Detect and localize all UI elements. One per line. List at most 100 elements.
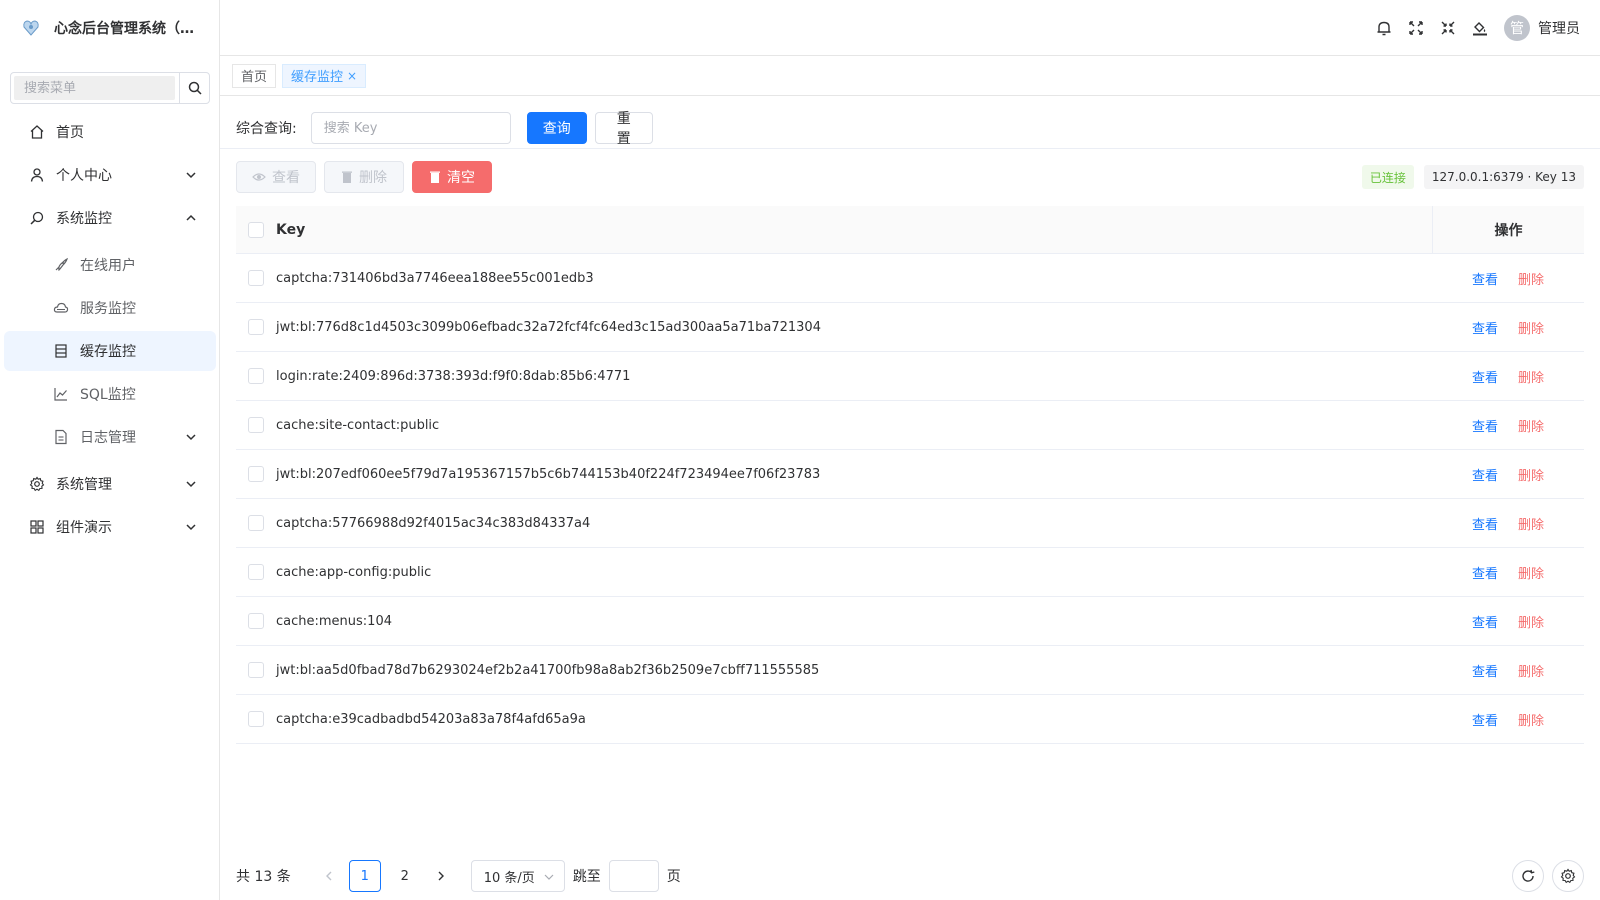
column-header-actions: 操作 <box>1432 206 1584 253</box>
user-name[interactable]: 管理员 <box>1538 18 1580 38</box>
sidebar-item-profile[interactable]: 个人中心 <box>4 155 216 195</box>
row-view-link[interactable]: 查看 <box>1472 563 1498 582</box>
cache-key-cell: cache:app-config:public <box>276 564 432 580</box>
delete-button[interactable]: 删除 <box>324 161 404 193</box>
fullscreen-icon[interactable] <box>1406 18 1426 38</box>
tab-home[interactable]: 首页 <box>232 63 277 88</box>
row-view-link[interactable]: 查看 <box>1472 318 1498 337</box>
app-title: 心念后台管理系统（R... <box>54 21 204 37</box>
row-checkbox[interactable] <box>248 662 264 678</box>
sidebar: 心念后台管理系统（R... 首页 个人中心 系统监控 <box>0 0 220 900</box>
table-row: captcha:57766988d92f4015ac34c383d84337a4… <box>236 499 1584 548</box>
tab-close-icon[interactable]: × <box>347 69 357 83</box>
row-view-link[interactable]: 查看 <box>1472 661 1498 680</box>
document-icon <box>52 428 70 446</box>
row-delete-link[interactable]: 删除 <box>1518 269 1544 288</box>
sidebar-item-monitor[interactable]: 系统监控 <box>4 198 216 238</box>
row-actions: 查看 删除 <box>1432 254 1584 302</box>
page-size-select[interactable]: 10 条/页 <box>470 860 565 892</box>
bell-icon[interactable] <box>1374 18 1394 38</box>
row-view-link[interactable]: 查看 <box>1472 514 1498 533</box>
row-delete-link[interactable]: 删除 <box>1518 416 1544 435</box>
row-checkbox[interactable] <box>248 613 264 629</box>
sidebar-item-home[interactable]: 首页 <box>4 112 216 152</box>
cache-key-cell: jwt:bl:776d8c1d4503c3099b06efbadc32a72fc… <box>276 319 821 335</box>
row-checkbox[interactable] <box>248 564 264 580</box>
menu-search <box>10 72 210 104</box>
sidebar-item-server-monitor[interactable]: 服务监控 <box>4 288 216 328</box>
search-button[interactable]: 查询 <box>526 112 587 144</box>
cache-key-cell: cache:menus:104 <box>276 613 392 629</box>
pagination-total: 共 13 条 <box>236 869 291 885</box>
reset-button[interactable]: 重置 <box>594 111 653 147</box>
table-row: login:rate:2409:896d:3738:393d:f9f0:8dab… <box>236 352 1584 401</box>
refresh-button[interactable] <box>1512 860 1544 892</box>
row-delete-link[interactable]: 删除 <box>1518 465 1544 484</box>
chevron-down-icon <box>184 430 198 444</box>
row-checkbox[interactable] <box>248 319 264 335</box>
next-page-icon[interactable] <box>425 860 457 892</box>
page-2[interactable]: 2 <box>389 860 421 892</box>
menu-search-input[interactable] <box>14 76 175 100</box>
status-badge: 已连接 <box>1361 165 1414 189</box>
chevron-down-icon <box>184 168 198 182</box>
tab-cache-monitor[interactable]: 缓存监控 × <box>282 63 367 88</box>
row-delete-link[interactable]: 删除 <box>1518 563 1544 582</box>
settings-button[interactable] <box>1552 860 1584 892</box>
key-search-input[interactable] <box>310 112 511 144</box>
row-checkbox[interactable] <box>248 466 264 482</box>
row-delete-link[interactable]: 删除 <box>1518 318 1544 337</box>
cache-key-cell: captcha:731406bd3a7746eea188ee55c001edb3 <box>276 270 594 286</box>
row-checkbox[interactable] <box>248 711 264 727</box>
cache-key-cell: jwt:bl:aa5d0fbad78d7b6293024ef2b2a41700f… <box>276 662 820 678</box>
row-delete-link[interactable]: 删除 <box>1518 514 1544 533</box>
chevron-down-icon <box>544 871 554 886</box>
row-delete-link[interactable]: 删除 <box>1518 710 1544 729</box>
prev-page-icon[interactable] <box>313 860 345 892</box>
sidebar-item-online-users[interactable]: 在线用户 <box>4 245 216 285</box>
row-view-link[interactable]: 查看 <box>1472 612 1498 631</box>
table-row: jwt:bl:207edf060ee5f79d7a195367157b5c6b7… <box>236 450 1584 499</box>
sidebar-item-component-demo[interactable]: 组件演示 <box>4 507 216 547</box>
grid-icon <box>28 518 46 536</box>
view-button[interactable]: 查看 <box>236 161 316 193</box>
page-1[interactable]: 1 <box>348 860 381 892</box>
row-checkbox[interactable] <box>248 270 264 286</box>
top-header: 管 管理员 <box>220 0 1600 56</box>
sidebar-item-sql-monitor[interactable]: SQL监控 <box>4 374 216 414</box>
sidebar-item-log-management[interactable]: 日志管理 <box>4 417 216 457</box>
table-header: Key 操作 <box>236 206 1584 254</box>
row-delete-link[interactable]: 删除 <box>1518 367 1544 386</box>
row-view-link[interactable]: 查看 <box>1472 269 1498 288</box>
search-icon <box>188 81 202 95</box>
row-checkbox[interactable] <box>248 417 264 433</box>
row-delete-link[interactable]: 删除 <box>1518 612 1544 631</box>
jump-page-input[interactable] <box>608 860 659 892</box>
avatar[interactable]: 管 <box>1504 15 1530 41</box>
row-delete-link[interactable]: 删除 <box>1518 661 1544 680</box>
row-actions: 查看 删除 <box>1432 548 1584 596</box>
chevron-up-icon <box>184 211 198 225</box>
cache-key-cell: captcha:e39cadbadbd54203a83a78f4afd65a9a <box>276 711 586 727</box>
clear-button[interactable]: 清空 <box>412 161 492 193</box>
table-row: captcha:731406bd3a7746eea188ee55c001edb3… <box>236 254 1584 303</box>
server-info-badge: 127.0.0.1:6379 · Key 13 <box>1423 165 1584 189</box>
theme-bucket-icon[interactable] <box>1470 18 1490 38</box>
select-all-checkbox[interactable] <box>248 221 264 238</box>
exit-fullscreen-icon[interactable] <box>1438 18 1458 38</box>
row-view-link[interactable]: 查看 <box>1472 710 1498 729</box>
sidebar-item-cache-monitor[interactable]: 缓存监控 <box>4 331 216 371</box>
table-row: cache:menus:104 查看 删除 <box>236 597 1584 646</box>
cache-key-cell: jwt:bl:207edf060ee5f79d7a195367157b5c6b7… <box>276 466 821 482</box>
row-checkbox[interactable] <box>248 368 264 384</box>
tabs-bar: 首页 缓存监控 × <box>220 56 1600 96</box>
row-view-link[interactable]: 查看 <box>1472 465 1498 484</box>
chevron-down-icon <box>184 477 198 491</box>
row-view-link[interactable]: 查看 <box>1472 367 1498 386</box>
row-actions: 查看 删除 <box>1432 303 1584 351</box>
menu-search-button[interactable] <box>179 73 209 103</box>
row-view-link[interactable]: 查看 <box>1472 416 1498 435</box>
sidebar-item-system-management[interactable]: 系统管理 <box>4 464 216 504</box>
gear-icon <box>1560 868 1576 884</box>
row-checkbox[interactable] <box>248 515 264 531</box>
